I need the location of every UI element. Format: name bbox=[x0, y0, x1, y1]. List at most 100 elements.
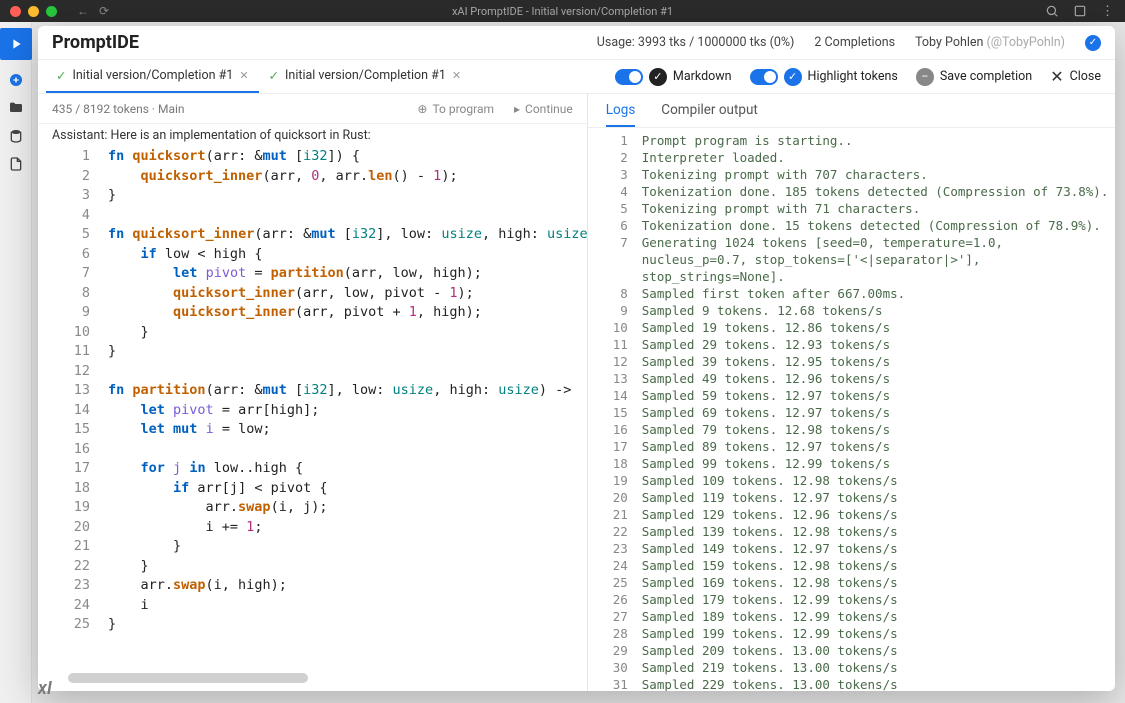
close-button[interactable]: ✕ Close bbox=[1050, 67, 1101, 86]
line-number: 1 bbox=[38, 147, 108, 167]
save-completion-button[interactable]: – Save completion bbox=[916, 68, 1032, 86]
code-line[interactable]: 23 arr.swap(i, high); bbox=[38, 576, 587, 596]
code-line[interactable]: 5fn quicksort_inner(arr: &mut [i32], low… bbox=[38, 225, 587, 245]
tab-logs[interactable]: Logs bbox=[606, 94, 636, 127]
code-editor[interactable]: 1fn quicksort(arr: &mut [i32]) {2 quicks… bbox=[38, 143, 587, 691]
code-line[interactable]: 10 } bbox=[38, 323, 587, 343]
line-number: 25 bbox=[38, 615, 108, 635]
log-line: 16Sampled 79 tokens. 12.98 tokens/s bbox=[588, 421, 1115, 438]
code-line[interactable]: 8 quicksort_inner(arr, low, pivot - 1); bbox=[38, 284, 587, 304]
code-line[interactable]: 16 bbox=[38, 440, 587, 460]
log-line-number: 8 bbox=[588, 285, 642, 302]
search-icon[interactable] bbox=[1045, 4, 1059, 18]
code-line[interactable]: 24 i bbox=[38, 596, 587, 616]
code-line[interactable]: 12 bbox=[38, 362, 587, 382]
log-line-number: 13 bbox=[588, 370, 642, 387]
log-output[interactable]: 1Prompt program is starting..2Interprete… bbox=[588, 128, 1115, 691]
line-number: 19 bbox=[38, 498, 108, 518]
code-line[interactable]: 1fn quicksort(arr: &mut [i32]) { bbox=[38, 147, 587, 167]
code-line[interactable]: 7 let pivot = partition(arr, low, high); bbox=[38, 264, 587, 284]
extension-icon[interactable] bbox=[1073, 4, 1087, 18]
log-line-number: 22 bbox=[588, 523, 642, 540]
log-line: 13Sampled 49 tokens. 12.96 tokens/s bbox=[588, 370, 1115, 387]
code-line[interactable]: 11} bbox=[38, 342, 587, 362]
code-line[interactable]: 22 } bbox=[38, 557, 587, 577]
line-number: 7 bbox=[38, 264, 108, 284]
log-line-number: 19 bbox=[588, 472, 642, 489]
tab-row: ✓ Initial version/Completion #1 ✕✓ Initi… bbox=[38, 60, 1115, 94]
log-line-number: 18 bbox=[588, 455, 642, 472]
code-line[interactable]: 2 quicksort_inner(arr, 0, arr.len() - 1)… bbox=[38, 167, 587, 187]
more-icon[interactable]: ⋮ bbox=[1101, 4, 1115, 18]
code-line[interactable]: 14 let pivot = arr[high]; bbox=[38, 401, 587, 421]
document-icon[interactable] bbox=[8, 156, 24, 172]
code-line[interactable]: 13fn partition(arr: &mut [i32], low: usi… bbox=[38, 381, 587, 401]
left-rail bbox=[0, 22, 32, 703]
code-line[interactable]: 20 i += 1; bbox=[38, 518, 587, 538]
code-line[interactable]: 15 let mut i = low; bbox=[38, 420, 587, 440]
code-line[interactable]: 17 for j in low..high { bbox=[38, 459, 587, 479]
minimize-window-icon[interactable] bbox=[28, 6, 39, 17]
log-line: 20Sampled 119 tokens. 12.97 tokens/s bbox=[588, 489, 1115, 506]
line-number: 12 bbox=[38, 362, 108, 382]
continue-button[interactable]: ▸ Continue bbox=[514, 102, 573, 116]
log-line-number: 27 bbox=[588, 608, 642, 625]
maximize-window-icon[interactable] bbox=[46, 6, 57, 17]
horizontal-scrollbar[interactable] bbox=[68, 673, 308, 683]
log-line: 24Sampled 159 tokens. 12.98 tokens/s bbox=[588, 557, 1115, 574]
close-tab-icon[interactable]: ✕ bbox=[452, 69, 461, 82]
code-line[interactable]: 4 bbox=[38, 206, 587, 226]
log-line-number: 30 bbox=[588, 659, 642, 676]
log-line-number: 26 bbox=[588, 591, 642, 608]
line-number: 22 bbox=[38, 557, 108, 577]
close-tab-icon[interactable]: ✕ bbox=[239, 69, 248, 82]
play-icon: ▸ bbox=[514, 102, 520, 116]
log-line-number: 5 bbox=[588, 200, 642, 217]
log-line: 18Sampled 99 tokens. 12.99 tokens/s bbox=[588, 455, 1115, 472]
code-line[interactable]: 19 arr.swap(i, j); bbox=[38, 498, 587, 518]
line-number: 17 bbox=[38, 459, 108, 479]
code-line[interactable]: 21 } bbox=[38, 537, 587, 557]
tab-compiler-output[interactable]: Compiler output bbox=[661, 94, 758, 127]
user-name[interactable]: Toby Pohlen (@TobyPohln) bbox=[915, 35, 1065, 50]
run-button[interactable] bbox=[0, 28, 32, 60]
log-line-number: 2 bbox=[588, 149, 642, 166]
line-number: 24 bbox=[38, 596, 108, 616]
line-number: 5 bbox=[38, 225, 108, 245]
editor-pane: 435 / 8192 tokens · Main ⊕ To program ▸ … bbox=[38, 94, 588, 691]
close-window-icon[interactable] bbox=[10, 6, 21, 17]
refresh-icon[interactable]: ⟳ bbox=[99, 4, 109, 18]
log-line-number: 29 bbox=[588, 642, 642, 659]
code-line[interactable]: 6 if low < high { bbox=[38, 245, 587, 265]
close-icon: ✕ bbox=[1050, 67, 1063, 86]
database-icon[interactable] bbox=[8, 128, 24, 144]
log-line-number: 7 bbox=[588, 234, 642, 285]
code-line[interactable]: 9 quicksort_inner(arr, pivot + 1, high); bbox=[38, 303, 587, 323]
add-icon[interactable] bbox=[8, 72, 24, 88]
assistant-prefix: Assistant: Here is an implementation of … bbox=[38, 124, 587, 143]
line-number: 21 bbox=[38, 537, 108, 557]
code-line[interactable]: 25} bbox=[38, 615, 587, 635]
line-number: 6 bbox=[38, 245, 108, 265]
file-tab[interactable]: ✓ Initial version/Completion #1 ✕ bbox=[259, 60, 472, 93]
line-number: 16 bbox=[38, 440, 108, 460]
back-icon[interactable]: ← bbox=[77, 4, 89, 18]
folder-icon[interactable] bbox=[8, 100, 24, 116]
log-line: 15Sampled 69 tokens. 12.97 tokens/s bbox=[588, 404, 1115, 421]
modal-header: PromptIDE Usage: 3993 tks / 1000000 tks … bbox=[38, 26, 1115, 60]
line-number: 23 bbox=[38, 576, 108, 596]
markdown-toggle[interactable]: ✓ Markdown bbox=[615, 68, 732, 86]
file-tab-label: Initial version/Completion #1 bbox=[72, 68, 233, 83]
code-line[interactable]: 18 if arr[j] < pivot { bbox=[38, 479, 587, 499]
log-line-number: 12 bbox=[588, 353, 642, 370]
line-number: 8 bbox=[38, 284, 108, 304]
log-line: 3Tokenizing prompt with 707 characters. bbox=[588, 166, 1115, 183]
completions-count[interactable]: 2 Completions bbox=[814, 35, 895, 50]
highlight-toggle[interactable]: ✓ Highlight tokens bbox=[750, 68, 898, 86]
to-program-button[interactable]: ⊕ To program bbox=[417, 102, 494, 116]
log-line-number: 24 bbox=[588, 557, 642, 574]
log-line: 8Sampled first token after 667.00ms. bbox=[588, 285, 1115, 302]
log-line-number: 25 bbox=[588, 574, 642, 591]
code-line[interactable]: 3} bbox=[38, 186, 587, 206]
file-tab[interactable]: ✓ Initial version/Completion #1 ✕ bbox=[46, 60, 259, 93]
